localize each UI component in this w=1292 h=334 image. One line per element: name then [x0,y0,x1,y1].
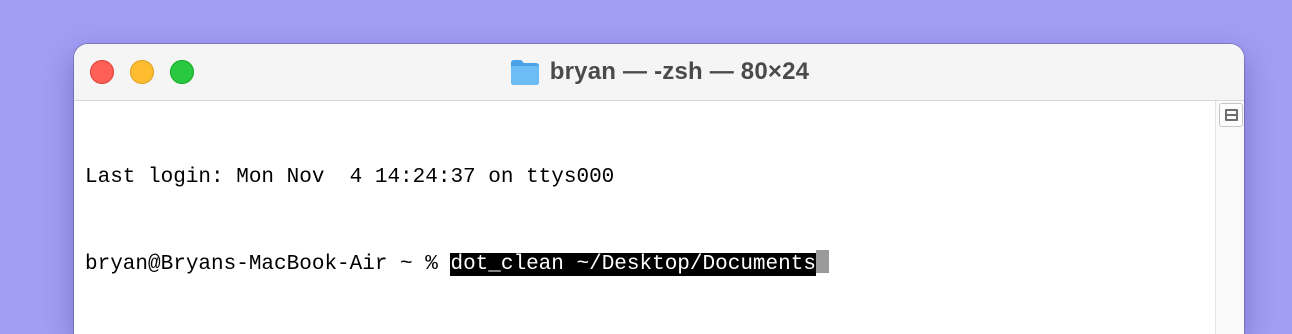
login-line: Last login: Mon Nov 4 14:24:37 on ttys00… [85,166,615,189]
terminal-output[interactable]: Last login: Mon Nov 4 14:24:37 on ttys00… [85,105,829,334]
terminal-content[interactable]: Last login: Mon Nov 4 14:24:37 on ttys00… [74,101,1244,334]
text-cursor [815,250,829,273]
scrollbar[interactable] [1215,101,1244,334]
selected-command[interactable]: dot_clean ~/Desktop/Documents [450,253,816,276]
window-title-text: bryan — -zsh — 80×24 [549,58,810,85]
title-bar[interactable]: bryan — -zsh — 80×24 [74,44,1244,101]
terminal-window: bryan — -zsh — 80×24 Last login: Mon Nov… [74,44,1244,334]
split-pane-icon [1224,109,1238,121]
window-title: bryan — -zsh — 80×24 [74,57,1244,87]
prompt-line: bryan@Bryans-MacBook-Air ~ % dot_clean ~… [85,250,829,279]
shell-prompt: bryan@Bryans-MacBook-Air ~ % [85,253,451,276]
split-pane-button[interactable] [1219,103,1243,127]
folder-icon [510,60,539,85]
